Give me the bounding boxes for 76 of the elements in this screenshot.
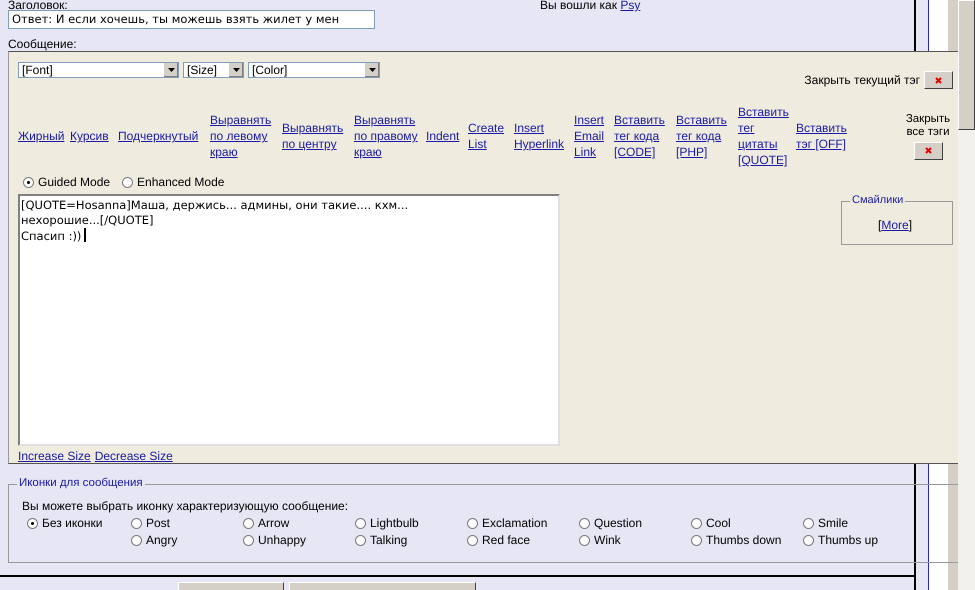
radio-button[interactable]	[467, 534, 478, 546]
radio-button[interactable]	[27, 518, 38, 528]
more-link[interactable]: More	[881, 218, 909, 232]
field-label: Сообщение:	[8, 37, 77, 51]
radio-button[interactable]	[131, 518, 142, 528]
smilies-legend: Смайлики	[850, 194, 906, 206]
close-icon	[924, 147, 932, 154]
message-text: [QUOTE=Hosanna]Маша, держись... админы, они такие.... кхм... нехорошие...[/QUOTE] Спасип :))	[21, 198, 488, 244]
radio-label: Cool	[706, 516, 731, 530]
close-tag-label: Закрыть текущий тэг	[804, 73, 920, 87]
toolbar-link[interactable]: Выравнять по правому краю	[354, 112, 424, 160]
toolbar-link[interactable]: Insert Email Link	[574, 112, 612, 160]
icons-prompt: Вы можете выбрать иконку характеризующую сообщение:	[22, 499, 348, 513]
radio-label: Exclamation	[482, 516, 548, 530]
radio-label: Thumbs down	[706, 533, 782, 547]
close-icon	[935, 76, 942, 84]
radio-label: Talking	[370, 533, 408, 547]
radio-label: Arrow	[258, 516, 290, 530]
radio-label: Lightbulb	[370, 516, 419, 530]
radio-label: Thumbs up	[818, 533, 878, 547]
radio-button[interactable]	[23, 176, 34, 188]
radio-label: Wink	[594, 533, 621, 547]
caret-icon	[368, 68, 376, 72]
user-link[interactable]: Psy	[620, 0, 640, 12]
radio-button[interactable]	[803, 518, 814, 528]
radio-button[interactable]	[579, 534, 590, 546]
close-tag-button[interactable]	[924, 71, 953, 89]
radio-button[interactable]	[691, 518, 702, 528]
dropdown[interactable]: [Color]	[248, 62, 380, 78]
toolbar-link[interactable]: Выравнять по центру	[282, 120, 352, 152]
toolbar-link[interactable]: Indent	[426, 128, 466, 144]
toolbar-link[interactable]: Create List	[468, 120, 512, 152]
dropdown[interactable]: [Size]	[183, 62, 244, 78]
radio-button[interactable]	[243, 534, 254, 546]
toolbar-link[interactable]: Выравнять по левому краю	[210, 112, 280, 160]
login-text: Вы вошли как Psy	[540, 0, 640, 10]
toolbar-link[interactable]: Жирный	[18, 128, 68, 144]
more-text: [More]	[878, 218, 912, 232]
scrollbar[interactable]	[958, 130, 975, 590]
toolbar-link[interactable]: Вставить тэг [OFF]	[796, 120, 856, 152]
toolbar-link[interactable]: Insert Hyperlink	[514, 120, 572, 152]
resize-link[interactable]: Increase Size	[18, 449, 91, 463]
radio-label: Enhanced Mode	[137, 175, 224, 190]
radio-button[interactable]	[467, 518, 478, 528]
radio-label: Angry	[146, 533, 178, 547]
caret-icon	[232, 68, 240, 72]
radio-label: Smile	[818, 516, 848, 530]
radio-button[interactable]	[355, 534, 366, 546]
dropdown[interactable]: [Font]	[18, 62, 179, 78]
close-tag-button[interactable]	[914, 142, 942, 160]
field-label: Заголовок:	[8, 0, 68, 10]
radio-label: Post	[146, 516, 170, 530]
resize-link[interactable]: Decrease Size	[94, 449, 173, 463]
close-all-label: Закрыть все тэги	[904, 112, 952, 139]
subject-field[interactable]: Ответ: И если хочешь, ты можешь взять жилет у мен	[8, 10, 375, 29]
radio-label: Red face	[482, 533, 530, 547]
toolbar-link[interactable]: Вставить тег цитаты [QUOTE]	[738, 104, 794, 168]
radio-label: Без иконки	[42, 516, 102, 530]
radio-button[interactable]	[131, 534, 142, 546]
icons-legend: Иконки для сообщения	[17, 477, 145, 489]
radio-label: Unhappy	[258, 533, 306, 547]
radio-button[interactable]	[355, 518, 366, 528]
scrollbar-thumb[interactable]	[958, 0, 975, 130]
radio-button[interactable]	[579, 518, 590, 528]
toolbar-link[interactable]: Курсив	[70, 128, 116, 144]
radio-button[interactable]	[122, 176, 134, 188]
radio-label: Question	[594, 516, 642, 530]
radio-button[interactable]	[243, 518, 254, 528]
toolbar-link[interactable]: Подчеркнутый	[118, 128, 208, 144]
toolbar-link[interactable]: Вставить тег кода [PHP]	[676, 112, 736, 160]
caret-icon	[168, 68, 174, 72]
radio-label: Guided Mode	[38, 175, 110, 190]
radio-button[interactable]	[803, 534, 814, 546]
radio-button[interactable]	[691, 534, 702, 546]
toolbar-link[interactable]: Вставить тег кода [CODE]	[614, 112, 674, 160]
message-textarea[interactable]: [QUOTE=Hosanna]Маша, держись... админы, они такие.... кхм... нехорошие...[/QUOTE] Спасип :))	[18, 194, 560, 446]
